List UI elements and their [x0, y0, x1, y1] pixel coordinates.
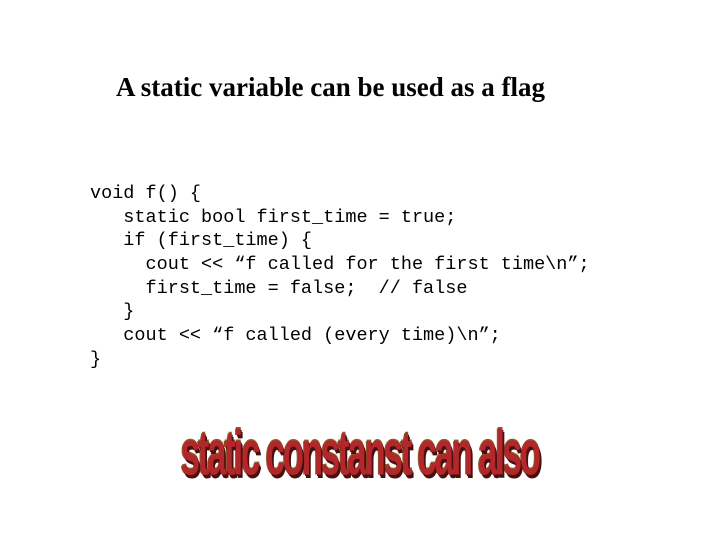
- code-line: cout << “f called (every time)\n”;: [90, 325, 501, 346]
- slide-title: A static variable can be used as a flag: [116, 72, 545, 103]
- code-line: first_time = false; // false: [90, 278, 467, 299]
- wordart-container: static constanst can also: [170, 400, 550, 510]
- code-block: void f() { static bool first_time = true…: [90, 182, 590, 371]
- code-line: static bool first_time = true;: [90, 207, 456, 228]
- code-line: void f() {: [90, 183, 201, 204]
- code-line: cout << “f called for the first time\n”;: [90, 254, 590, 275]
- code-line: }: [90, 301, 134, 322]
- code-line: }: [90, 349, 101, 370]
- wordart-text: static constanst can also: [181, 420, 539, 491]
- code-line: if (first_time) {: [90, 230, 312, 251]
